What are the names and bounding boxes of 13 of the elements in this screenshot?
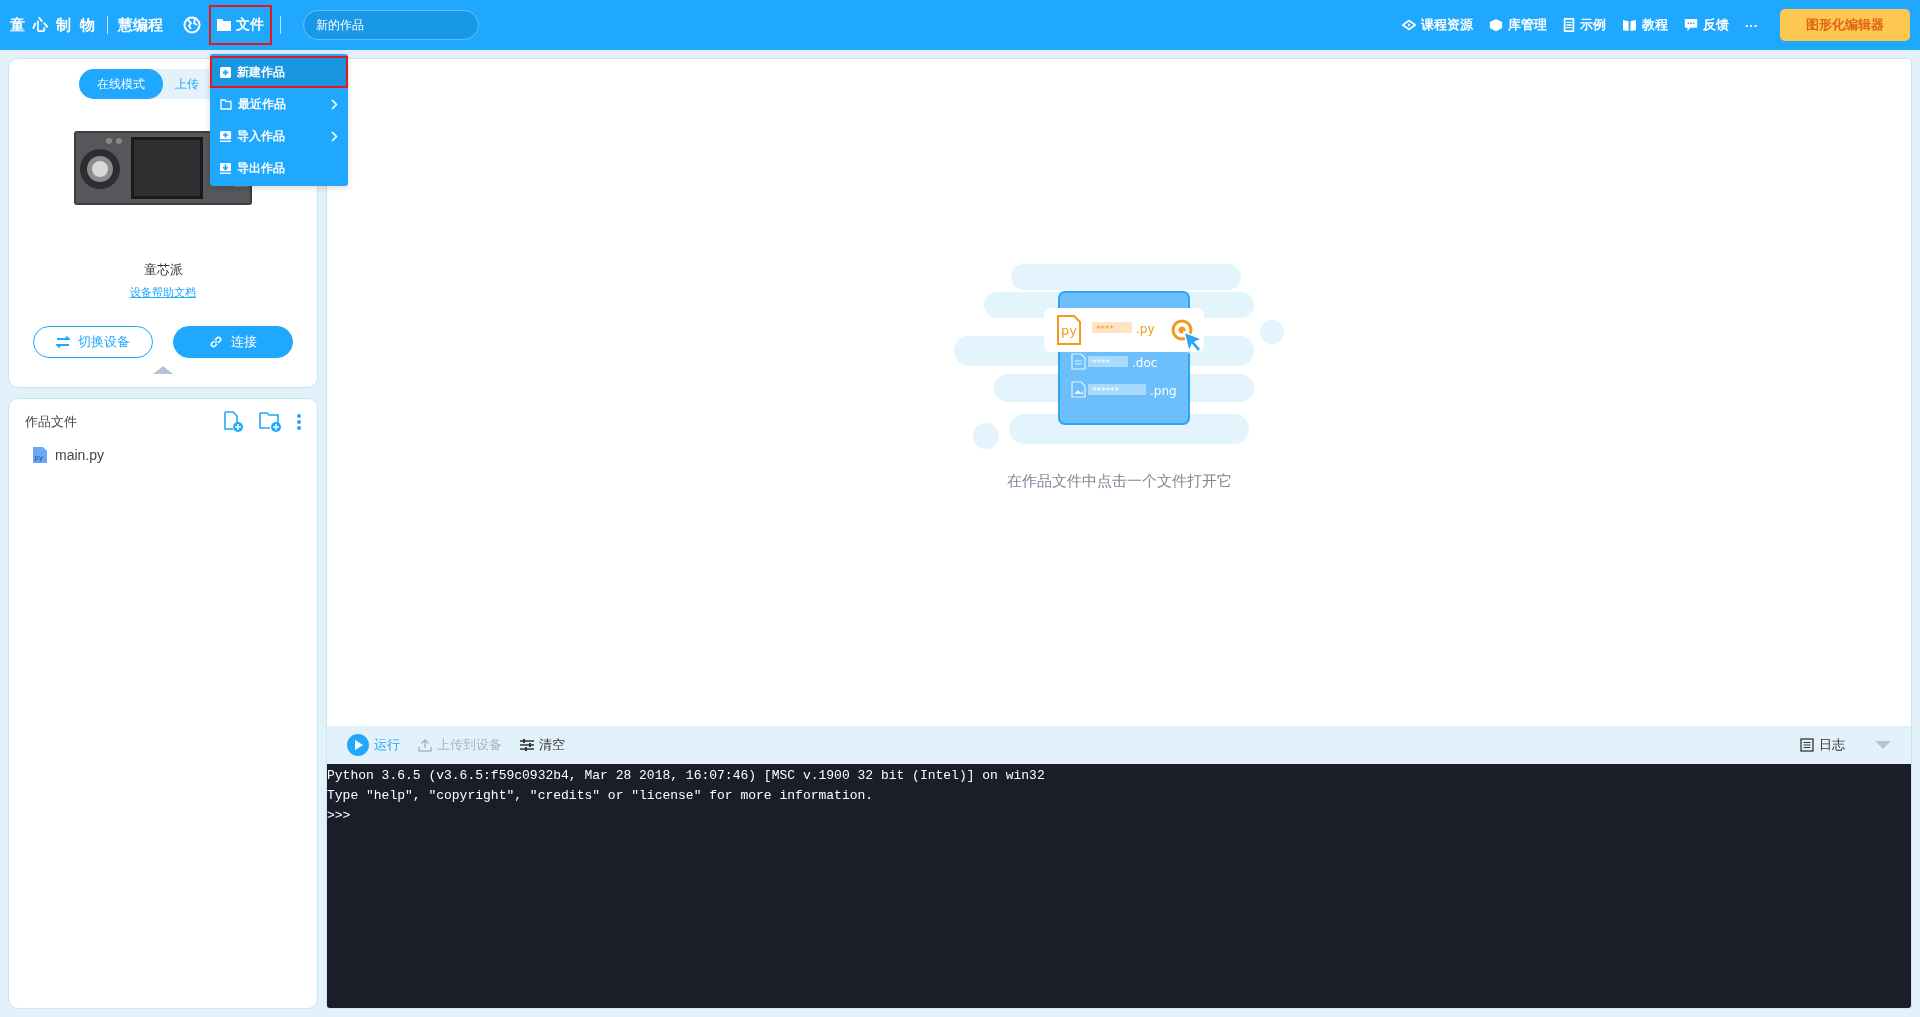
masked-file-name: ****** [1088,384,1146,396]
file-extension: .doc [1132,356,1158,370]
product-name: 慧编程 [117,15,163,35]
empty-state-message: 在作品文件中点击一个文件打开它 [1006,472,1232,491]
device-name: 童芯派 [143,261,183,279]
masked-file-name: **** [1092,322,1132,334]
masked-file-name: **** [1088,356,1128,368]
files-title: 作品文件 [25,413,78,431]
python-file-icon: py [1057,315,1081,345]
file-extension: .py [1136,322,1155,336]
console-output: Python 3.6.5 (v3.6.5:f59c0932b4, Mar 28 2018, 16:07:46) [MSC v.1900 32 bit (Intel)] on win32 Type "help", "copyright", "credits" or "license" for more information. >>> [327,764,1911,1008]
file-extension: .png [1150,384,1177,398]
brand-name: 童 心 制 物 [10,15,97,35]
